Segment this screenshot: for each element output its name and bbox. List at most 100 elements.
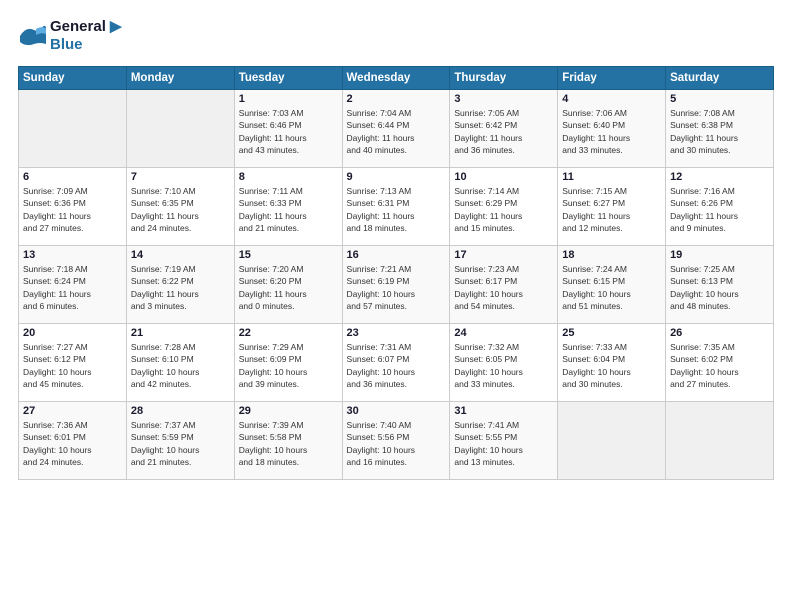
day-number: 11 bbox=[562, 171, 661, 183]
header-day-sunday: Sunday bbox=[19, 67, 127, 90]
day-info: Sunrise: 7:13 AM Sunset: 6:31 PM Dayligh… bbox=[347, 185, 446, 234]
logo: General ▶Blue bbox=[18, 18, 122, 54]
day-cell: 15 Sunrise: 7:20 AM Sunset: 6:20 PM Dayli… bbox=[234, 246, 342, 324]
day-cell: 4 Sunrise: 7:06 AM Sunset: 6:40 PM Daylig… bbox=[558, 90, 666, 168]
day-cell bbox=[19, 90, 127, 168]
day-info: Sunrise: 7:35 AM Sunset: 6:02 PM Dayligh… bbox=[670, 341, 769, 390]
day-info: Sunrise: 7:31 AM Sunset: 6:07 PM Dayligh… bbox=[347, 341, 446, 390]
day-number: 21 bbox=[131, 327, 230, 339]
logo-text: General ▶Blue bbox=[50, 18, 122, 54]
page: General ▶Blue SundayMondayTuesdayWednesd… bbox=[0, 0, 792, 490]
day-number: 12 bbox=[670, 171, 769, 183]
header-day-thursday: Thursday bbox=[450, 67, 558, 90]
day-number: 1 bbox=[239, 93, 338, 105]
day-info: Sunrise: 7:21 AM Sunset: 6:19 PM Dayligh… bbox=[347, 263, 446, 312]
day-number: 3 bbox=[454, 93, 553, 105]
day-cell: 23 Sunrise: 7:31 AM Sunset: 6:07 PM Dayli… bbox=[342, 324, 450, 402]
day-cell: 17 Sunrise: 7:23 AM Sunset: 6:17 PM Dayli… bbox=[450, 246, 558, 324]
day-info: Sunrise: 7:36 AM Sunset: 6:01 PM Dayligh… bbox=[23, 419, 122, 468]
day-number: 8 bbox=[239, 171, 338, 183]
header-row: SundayMondayTuesdayWednesdayThursdayFrid… bbox=[19, 67, 774, 90]
day-cell: 29 Sunrise: 7:39 AM Sunset: 5:58 PM Dayli… bbox=[234, 402, 342, 480]
day-cell: 30 Sunrise: 7:40 AM Sunset: 5:56 PM Dayli… bbox=[342, 402, 450, 480]
day-number: 18 bbox=[562, 249, 661, 261]
day-number: 6 bbox=[23, 171, 122, 183]
day-number: 16 bbox=[347, 249, 446, 261]
day-cell: 8 Sunrise: 7:11 AM Sunset: 6:33 PM Daylig… bbox=[234, 168, 342, 246]
day-cell: 7Sunrise: 7:10 AM Sunset: 6:35 PM Daylig… bbox=[126, 168, 234, 246]
week-row-3: 13 Sunrise: 7:18 AM Sunset: 6:24 PM Dayli… bbox=[19, 246, 774, 324]
header-day-friday: Friday bbox=[558, 67, 666, 90]
day-number: 29 bbox=[239, 405, 338, 417]
day-number: 5 bbox=[670, 93, 769, 105]
day-info: Sunrise: 7:40 AM Sunset: 5:56 PM Dayligh… bbox=[347, 419, 446, 468]
day-number: 19 bbox=[670, 249, 769, 261]
day-number: 15 bbox=[239, 249, 338, 261]
day-info: Sunrise: 7:18 AM Sunset: 6:24 PM Dayligh… bbox=[23, 263, 122, 312]
day-number: 17 bbox=[454, 249, 553, 261]
day-cell: 14 Sunrise: 7:19 AM Sunset: 6:22 PM Dayli… bbox=[126, 246, 234, 324]
day-info: Sunrise: 7:41 AM Sunset: 5:55 PM Dayligh… bbox=[454, 419, 553, 468]
day-cell: 28Sunrise: 7:37 AM Sunset: 5:59 PM Dayli… bbox=[126, 402, 234, 480]
day-info: Sunrise: 7:04 AM Sunset: 6:44 PM Dayligh… bbox=[347, 107, 446, 156]
week-row-2: 6 Sunrise: 7:09 AM Sunset: 6:36 PM Daylig… bbox=[19, 168, 774, 246]
day-info: Sunrise: 7:32 AM Sunset: 6:05 PM Dayligh… bbox=[454, 341, 553, 390]
day-cell: 5Sunrise: 7:08 AM Sunset: 6:38 PM Daylig… bbox=[666, 90, 774, 168]
day-cell: 11 Sunrise: 7:15 AM Sunset: 6:27 PM Dayli… bbox=[558, 168, 666, 246]
day-cell: 10 Sunrise: 7:14 AM Sunset: 6:29 PM Dayli… bbox=[450, 168, 558, 246]
day-number: 10 bbox=[454, 171, 553, 183]
day-number: 27 bbox=[23, 405, 122, 417]
day-info: Sunrise: 7:24 AM Sunset: 6:15 PM Dayligh… bbox=[562, 263, 661, 312]
week-row-5: 27 Sunrise: 7:36 AM Sunset: 6:01 PM Dayli… bbox=[19, 402, 774, 480]
day-info: Sunrise: 7:37 AM Sunset: 5:59 PM Dayligh… bbox=[131, 419, 230, 468]
day-info: Sunrise: 7:20 AM Sunset: 6:20 PM Dayligh… bbox=[239, 263, 338, 312]
day-cell: 3Sunrise: 7:05 AM Sunset: 6:42 PM Daylig… bbox=[450, 90, 558, 168]
day-cell: 12 Sunrise: 7:16 AM Sunset: 6:26 PM Dayli… bbox=[666, 168, 774, 246]
day-info: Sunrise: 7:33 AM Sunset: 6:04 PM Dayligh… bbox=[562, 341, 661, 390]
day-cell: 31 Sunrise: 7:41 AM Sunset: 5:55 PM Dayli… bbox=[450, 402, 558, 480]
day-info: Sunrise: 7:10 AM Sunset: 6:35 PM Dayligh… bbox=[131, 185, 230, 234]
header-day-tuesday: Tuesday bbox=[234, 67, 342, 90]
day-number: 22 bbox=[239, 327, 338, 339]
day-cell: 6 Sunrise: 7:09 AM Sunset: 6:36 PM Daylig… bbox=[19, 168, 127, 246]
day-number: 30 bbox=[347, 405, 446, 417]
header-day-wednesday: Wednesday bbox=[342, 67, 450, 90]
day-number: 4 bbox=[562, 93, 661, 105]
week-row-4: 20Sunrise: 7:27 AM Sunset: 6:12 PM Dayli… bbox=[19, 324, 774, 402]
day-cell: 2 Sunrise: 7:04 AM Sunset: 6:44 PM Daylig… bbox=[342, 90, 450, 168]
day-cell bbox=[558, 402, 666, 480]
day-cell: 27 Sunrise: 7:36 AM Sunset: 6:01 PM Dayli… bbox=[19, 402, 127, 480]
day-info: Sunrise: 7:27 AM Sunset: 6:12 PM Dayligh… bbox=[23, 341, 122, 390]
day-cell: 1 Sunrise: 7:03 AM Sunset: 6:46 PM Daylig… bbox=[234, 90, 342, 168]
day-number: 23 bbox=[347, 327, 446, 339]
day-cell: 22Sunrise: 7:29 AM Sunset: 6:09 PM Dayli… bbox=[234, 324, 342, 402]
day-number: 26 bbox=[670, 327, 769, 339]
day-info: Sunrise: 7:11 AM Sunset: 6:33 PM Dayligh… bbox=[239, 185, 338, 234]
day-info: Sunrise: 7:03 AM Sunset: 6:46 PM Dayligh… bbox=[239, 107, 338, 156]
day-info: Sunrise: 7:15 AM Sunset: 6:27 PM Dayligh… bbox=[562, 185, 661, 234]
day-info: Sunrise: 7:09 AM Sunset: 6:36 PM Dayligh… bbox=[23, 185, 122, 234]
day-number: 2 bbox=[347, 93, 446, 105]
day-info: Sunrise: 7:06 AM Sunset: 6:40 PM Dayligh… bbox=[562, 107, 661, 156]
day-info: Sunrise: 7:16 AM Sunset: 6:26 PM Dayligh… bbox=[670, 185, 769, 234]
day-number: 31 bbox=[454, 405, 553, 417]
day-info: Sunrise: 7:19 AM Sunset: 6:22 PM Dayligh… bbox=[131, 263, 230, 312]
day-info: Sunrise: 7:39 AM Sunset: 5:58 PM Dayligh… bbox=[239, 419, 338, 468]
day-number: 25 bbox=[562, 327, 661, 339]
day-cell bbox=[666, 402, 774, 480]
day-cell: 20Sunrise: 7:27 AM Sunset: 6:12 PM Dayli… bbox=[19, 324, 127, 402]
day-number: 14 bbox=[131, 249, 230, 261]
day-cell: 21Sunrise: 7:28 AM Sunset: 6:10 PM Dayli… bbox=[126, 324, 234, 402]
day-cell: 16 Sunrise: 7:21 AM Sunset: 6:19 PM Dayli… bbox=[342, 246, 450, 324]
day-number: 24 bbox=[454, 327, 553, 339]
day-cell: 19 Sunrise: 7:25 AM Sunset: 6:13 PM Dayli… bbox=[666, 246, 774, 324]
day-cell: 26 Sunrise: 7:35 AM Sunset: 6:02 PM Dayli… bbox=[666, 324, 774, 402]
day-info: Sunrise: 7:14 AM Sunset: 6:29 PM Dayligh… bbox=[454, 185, 553, 234]
day-cell: 13 Sunrise: 7:18 AM Sunset: 6:24 PM Dayli… bbox=[19, 246, 127, 324]
day-cell: 18 Sunrise: 7:24 AM Sunset: 6:15 PM Dayli… bbox=[558, 246, 666, 324]
day-info: Sunrise: 7:23 AM Sunset: 6:17 PM Dayligh… bbox=[454, 263, 553, 312]
day-info: Sunrise: 7:25 AM Sunset: 6:13 PM Dayligh… bbox=[670, 263, 769, 312]
day-cell: 24 Sunrise: 7:32 AM Sunset: 6:05 PM Dayli… bbox=[450, 324, 558, 402]
day-number: 13 bbox=[23, 249, 122, 261]
day-cell bbox=[126, 90, 234, 168]
